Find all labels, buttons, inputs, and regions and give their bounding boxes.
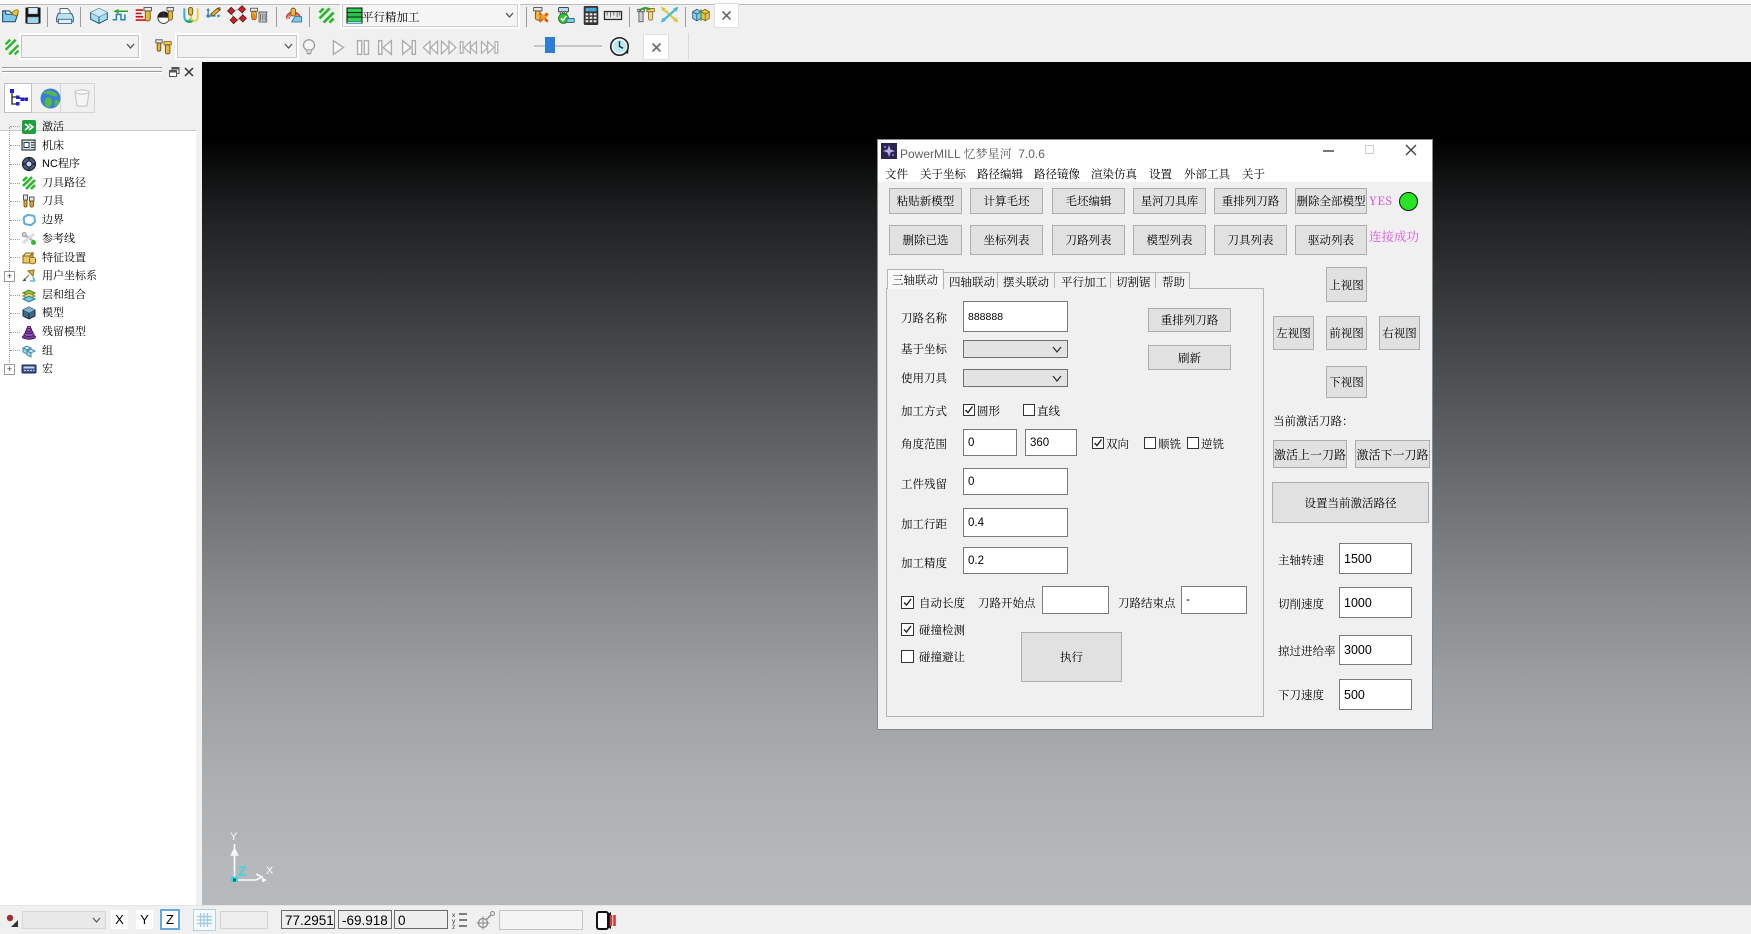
svg-text:X: X (266, 865, 274, 877)
svg-text:Y: Y (230, 831, 238, 843)
svg-text:z: z (452, 924, 455, 929)
svg-text:Z: Z (238, 863, 247, 879)
